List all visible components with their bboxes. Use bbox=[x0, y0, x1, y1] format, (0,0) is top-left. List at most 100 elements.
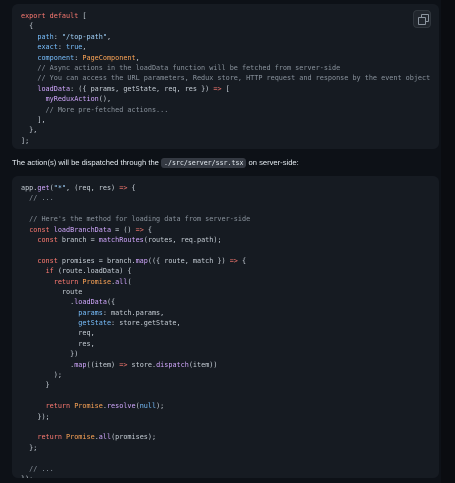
code-line: if (route.loadData) { bbox=[21, 266, 439, 276]
code-token: { bbox=[237, 256, 247, 265]
code-token: }); bbox=[21, 412, 50, 421]
code-line: params: match.params, bbox=[21, 308, 439, 318]
code-line: ], bbox=[21, 115, 439, 125]
code-token: , bbox=[82, 43, 87, 52]
code-token: "/top-path" bbox=[61, 32, 107, 41]
code-line: loadData: ({ params, getState, req, res … bbox=[21, 84, 439, 94]
code-line: const promises = branch.map(({ route, ma… bbox=[21, 256, 439, 266]
code-line: getState: store.getState, bbox=[21, 318, 439, 328]
code-line: }) bbox=[21, 349, 439, 359]
code-token: dispatch bbox=[156, 360, 189, 369]
code-token: getState bbox=[78, 319, 112, 328]
code-token: }; bbox=[21, 443, 38, 452]
code-token: exact bbox=[37, 43, 58, 52]
code-token: }) bbox=[21, 350, 79, 359]
code-line bbox=[21, 422, 439, 432]
code-token: app. bbox=[21, 184, 38, 192]
prose-before: The action(s) will be dispatched through… bbox=[12, 158, 162, 167]
code-token: if bbox=[45, 267, 54, 276]
code-line: route bbox=[21, 287, 439, 297]
code-block-routes: export default [ { path: "/top-path", ex… bbox=[12, 4, 439, 149]
code-line: export default [ bbox=[21, 11, 439, 21]
code-token: all bbox=[98, 433, 112, 442]
code-block-ssr: app.get("*", (req, res) => { // ... // H… bbox=[12, 176, 439, 478]
code-line: }); bbox=[21, 474, 439, 478]
code-line bbox=[21, 391, 439, 401]
code-token: const bbox=[37, 256, 58, 265]
code-token: component bbox=[37, 53, 75, 62]
code-line: // More pre-fetched actions... bbox=[21, 105, 439, 115]
code-token: const bbox=[37, 235, 58, 244]
code-token: Promise bbox=[74, 402, 103, 411]
code-line: // ... bbox=[21, 464, 439, 474]
code-token: map bbox=[74, 360, 87, 369]
code-token: loadBranchData bbox=[53, 225, 112, 234]
code-token: loadData bbox=[74, 298, 107, 307]
code-token: map bbox=[135, 256, 148, 265]
code-token: . bbox=[21, 298, 75, 307]
code-token: ], bbox=[21, 115, 46, 124]
code-token: (route.loadData) { bbox=[53, 267, 132, 276]
code-token: , (req, res) bbox=[66, 184, 120, 192]
prose-after: on server-side: bbox=[246, 158, 299, 167]
code-token: promises = branch. bbox=[57, 256, 136, 265]
inline-code-path: ./src/server/ssr.tsx bbox=[161, 158, 247, 168]
code-token: Promise bbox=[82, 277, 112, 286]
code-token: loadData bbox=[37, 84, 71, 93]
code-token: }); bbox=[21, 475, 33, 478]
content-area: export default [ { path: "/top-path", ex… bbox=[0, 0, 441, 483]
code-line bbox=[21, 204, 439, 214]
code-line: } bbox=[21, 380, 439, 390]
code-token: (({ route, match }) bbox=[147, 256, 230, 265]
code-token: true bbox=[66, 43, 83, 52]
copy-code-button[interactable] bbox=[413, 10, 431, 28]
scrollbar-track[interactable] bbox=[441, 0, 455, 483]
code-line: ); bbox=[21, 370, 439, 380]
code-token: = () bbox=[111, 225, 136, 234]
code-token: => bbox=[135, 225, 144, 234]
code-token: ((item) bbox=[86, 360, 120, 369]
code-token: // Async actions in the loadData functio… bbox=[21, 63, 341, 72]
code-token: : store.getState, bbox=[111, 319, 181, 328]
code-token: res, bbox=[21, 339, 95, 348]
code-ssr-loader: app.get("*", (req, res) => { // ... // H… bbox=[12, 176, 439, 478]
code-token: myReduxAction bbox=[45, 95, 99, 104]
code-line: }); bbox=[21, 412, 439, 422]
code-line: // You can access the URL parameters, Re… bbox=[21, 73, 439, 83]
code-line: .loadData({ bbox=[21, 297, 439, 307]
code-line: req, bbox=[21, 328, 439, 338]
code-line bbox=[21, 245, 439, 255]
code-token: ); bbox=[156, 402, 165, 411]
code-token: : ({ params, getState, req, res }) bbox=[70, 84, 214, 93]
copy-icon-front bbox=[418, 17, 426, 25]
code-token: all bbox=[115, 277, 128, 286]
code-token: }, bbox=[21, 126, 38, 135]
code-token: // You can access the URL parameters, Re… bbox=[21, 74, 431, 83]
code-routes-config: export default [ { path: "/top-path", ex… bbox=[12, 4, 439, 146]
code-token: null bbox=[139, 402, 157, 411]
code-line: component: PageComponent, bbox=[21, 53, 439, 63]
code-token: } bbox=[21, 381, 50, 390]
code-token: => bbox=[213, 84, 222, 93]
code-token: { bbox=[21, 22, 34, 31]
code-line: }, bbox=[21, 125, 439, 135]
code-token: PageComponent bbox=[82, 53, 136, 62]
code-line: const branch = matchRoutes(routes, req.p… bbox=[21, 235, 439, 245]
code-line: ]; bbox=[21, 136, 439, 146]
code-token: Promise bbox=[66, 433, 95, 442]
code-line: return Promise.resolve(null); bbox=[21, 401, 439, 411]
description-text: The action(s) will be dispatched through… bbox=[12, 158, 432, 168]
code-token: const bbox=[29, 225, 50, 234]
code-token: (item)) bbox=[188, 360, 218, 369]
